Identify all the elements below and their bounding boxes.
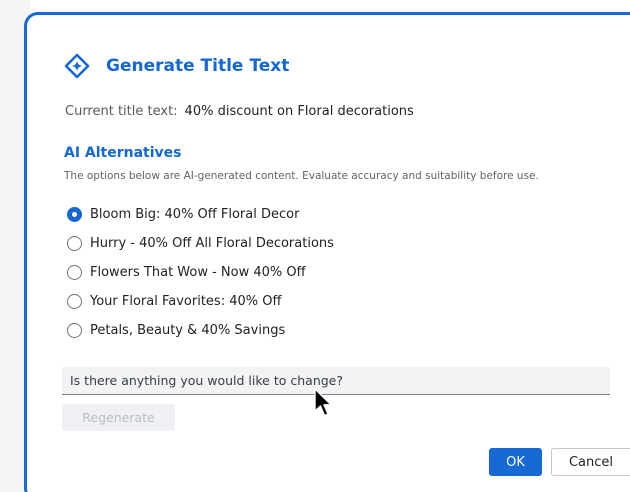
alternative-label: Your Floral Favorites: 40% Off <box>90 294 282 309</box>
radio-button[interactable] <box>67 323 82 338</box>
current-title-label: Current title text: <box>65 104 178 119</box>
current-title-value: 40% discount on Floral decorations <box>184 104 414 119</box>
alternative-option[interactable]: Petals, Beauty & 40% Savings <box>67 316 334 345</box>
regenerate-button[interactable]: Regenerate <box>62 404 175 431</box>
radio-button[interactable] <box>67 294 82 309</box>
alternative-label: Flowers That Wow - Now 40% Off <box>90 265 306 280</box>
alternative-label: Petals, Beauty & 40% Savings <box>90 323 286 338</box>
radio-button[interactable] <box>67 265 82 280</box>
change-request-input[interactable] <box>62 367 610 395</box>
alternative-label: Hurry - 40% Off All Floral Decorations <box>90 236 334 251</box>
alternatives-radio-group: Bloom Big: 40% Off Floral Decor Hurry - … <box>67 200 334 345</box>
alternative-option[interactable]: Flowers That Wow - Now 40% Off <box>67 258 334 287</box>
ok-button[interactable]: OK <box>489 448 542 476</box>
alternative-option[interactable]: Bloom Big: 40% Off Floral Decor <box>67 200 334 229</box>
current-title-row: Current title text: 40% discount on Flora… <box>65 104 414 119</box>
dialog-title: Generate Title Text <box>106 56 290 76</box>
alternative-option[interactable]: Hurry - 40% Off All Floral Decorations <box>67 229 334 258</box>
radio-button[interactable] <box>67 236 82 251</box>
dialog-header: Generate Title Text <box>64 52 289 80</box>
cancel-button[interactable]: Cancel <box>551 448 630 476</box>
radio-button-selected[interactable] <box>67 207 82 222</box>
ai-disclaimer-note: The options below are AI-generated conte… <box>64 170 539 182</box>
ai-alternatives-heading: AI Alternatives <box>64 145 182 161</box>
ai-sparkle-icon <box>64 53 90 79</box>
screen: Generate Title Text Current title text: 4… <box>0 0 630 492</box>
alternative-option[interactable]: Your Floral Favorites: 40% Off <box>67 287 334 316</box>
alternative-label: Bloom Big: 40% Off Floral Decor <box>90 207 300 222</box>
